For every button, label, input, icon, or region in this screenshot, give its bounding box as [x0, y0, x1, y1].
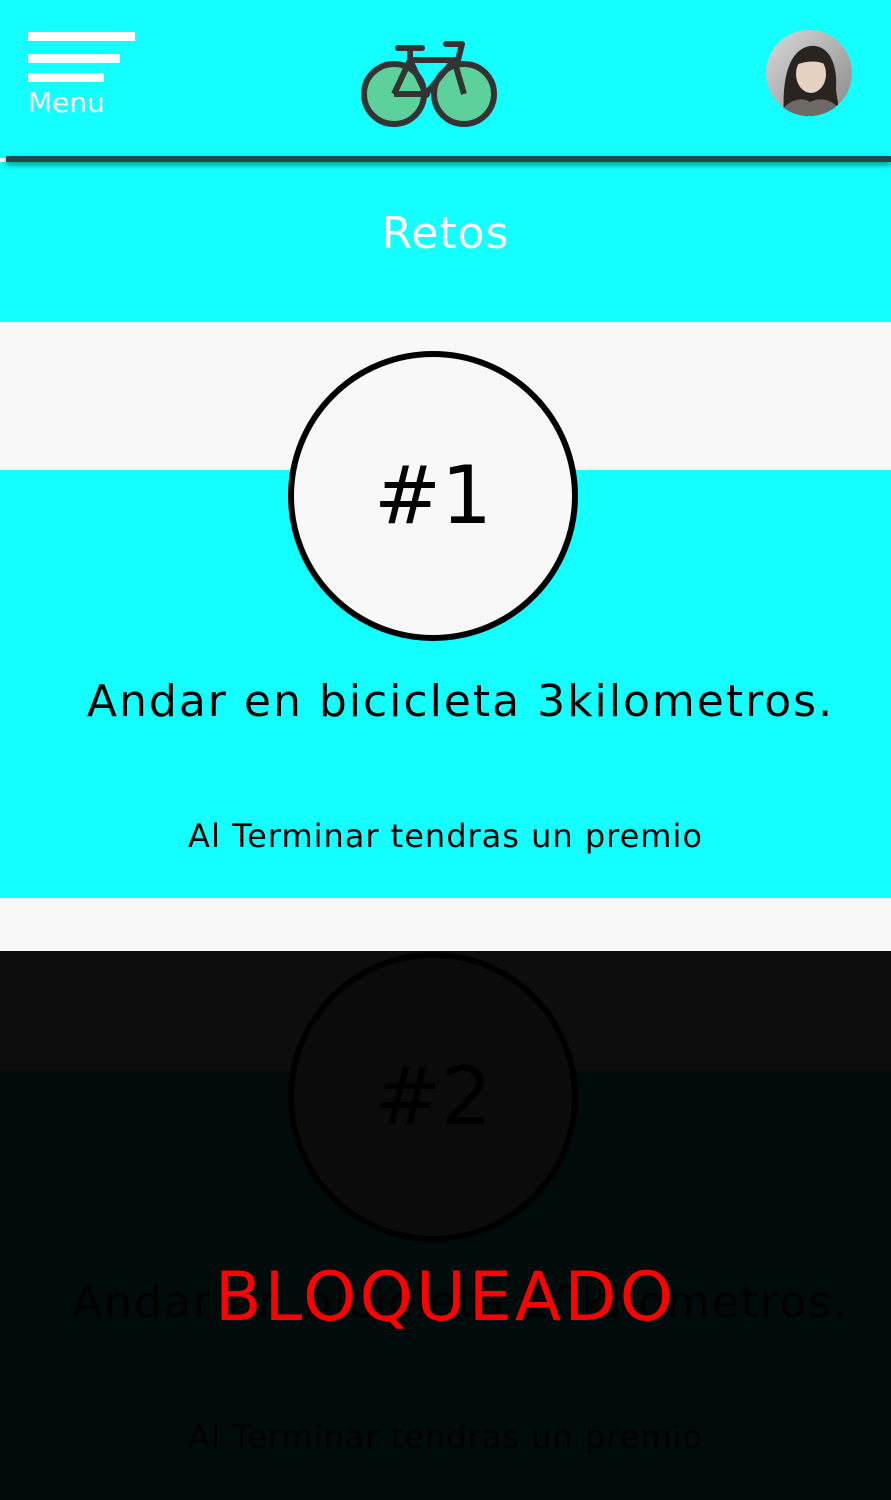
app-header: Menu: [0, 0, 891, 158]
challenge-number-badge: #1: [288, 351, 578, 641]
menu-icon-line: [28, 54, 120, 63]
challenge-number-badge: #2: [288, 952, 578, 1242]
menu-button[interactable]: Menu: [28, 32, 138, 122]
challenge-reward-text: Al Terminar tendras un premio: [188, 1418, 703, 1456]
locked-label: BLOQUEADO: [214, 1258, 677, 1337]
bicycle-icon: [361, 41, 497, 127]
menu-icon-line: [28, 32, 135, 41]
menu-icon-line: [28, 73, 104, 82]
header-divider: [6, 156, 891, 162]
page-title: Retos: [381, 208, 510, 259]
challenge-description: Andar en bicicleta 3kilometros.: [86, 676, 835, 727]
challenge-reward-text: Al Terminar tendras un premio: [188, 817, 703, 855]
user-avatar[interactable]: [766, 30, 852, 116]
menu-label: Menu: [28, 86, 105, 119]
avatar-photo: [766, 30, 852, 116]
title-band: Retos: [0, 162, 891, 322]
